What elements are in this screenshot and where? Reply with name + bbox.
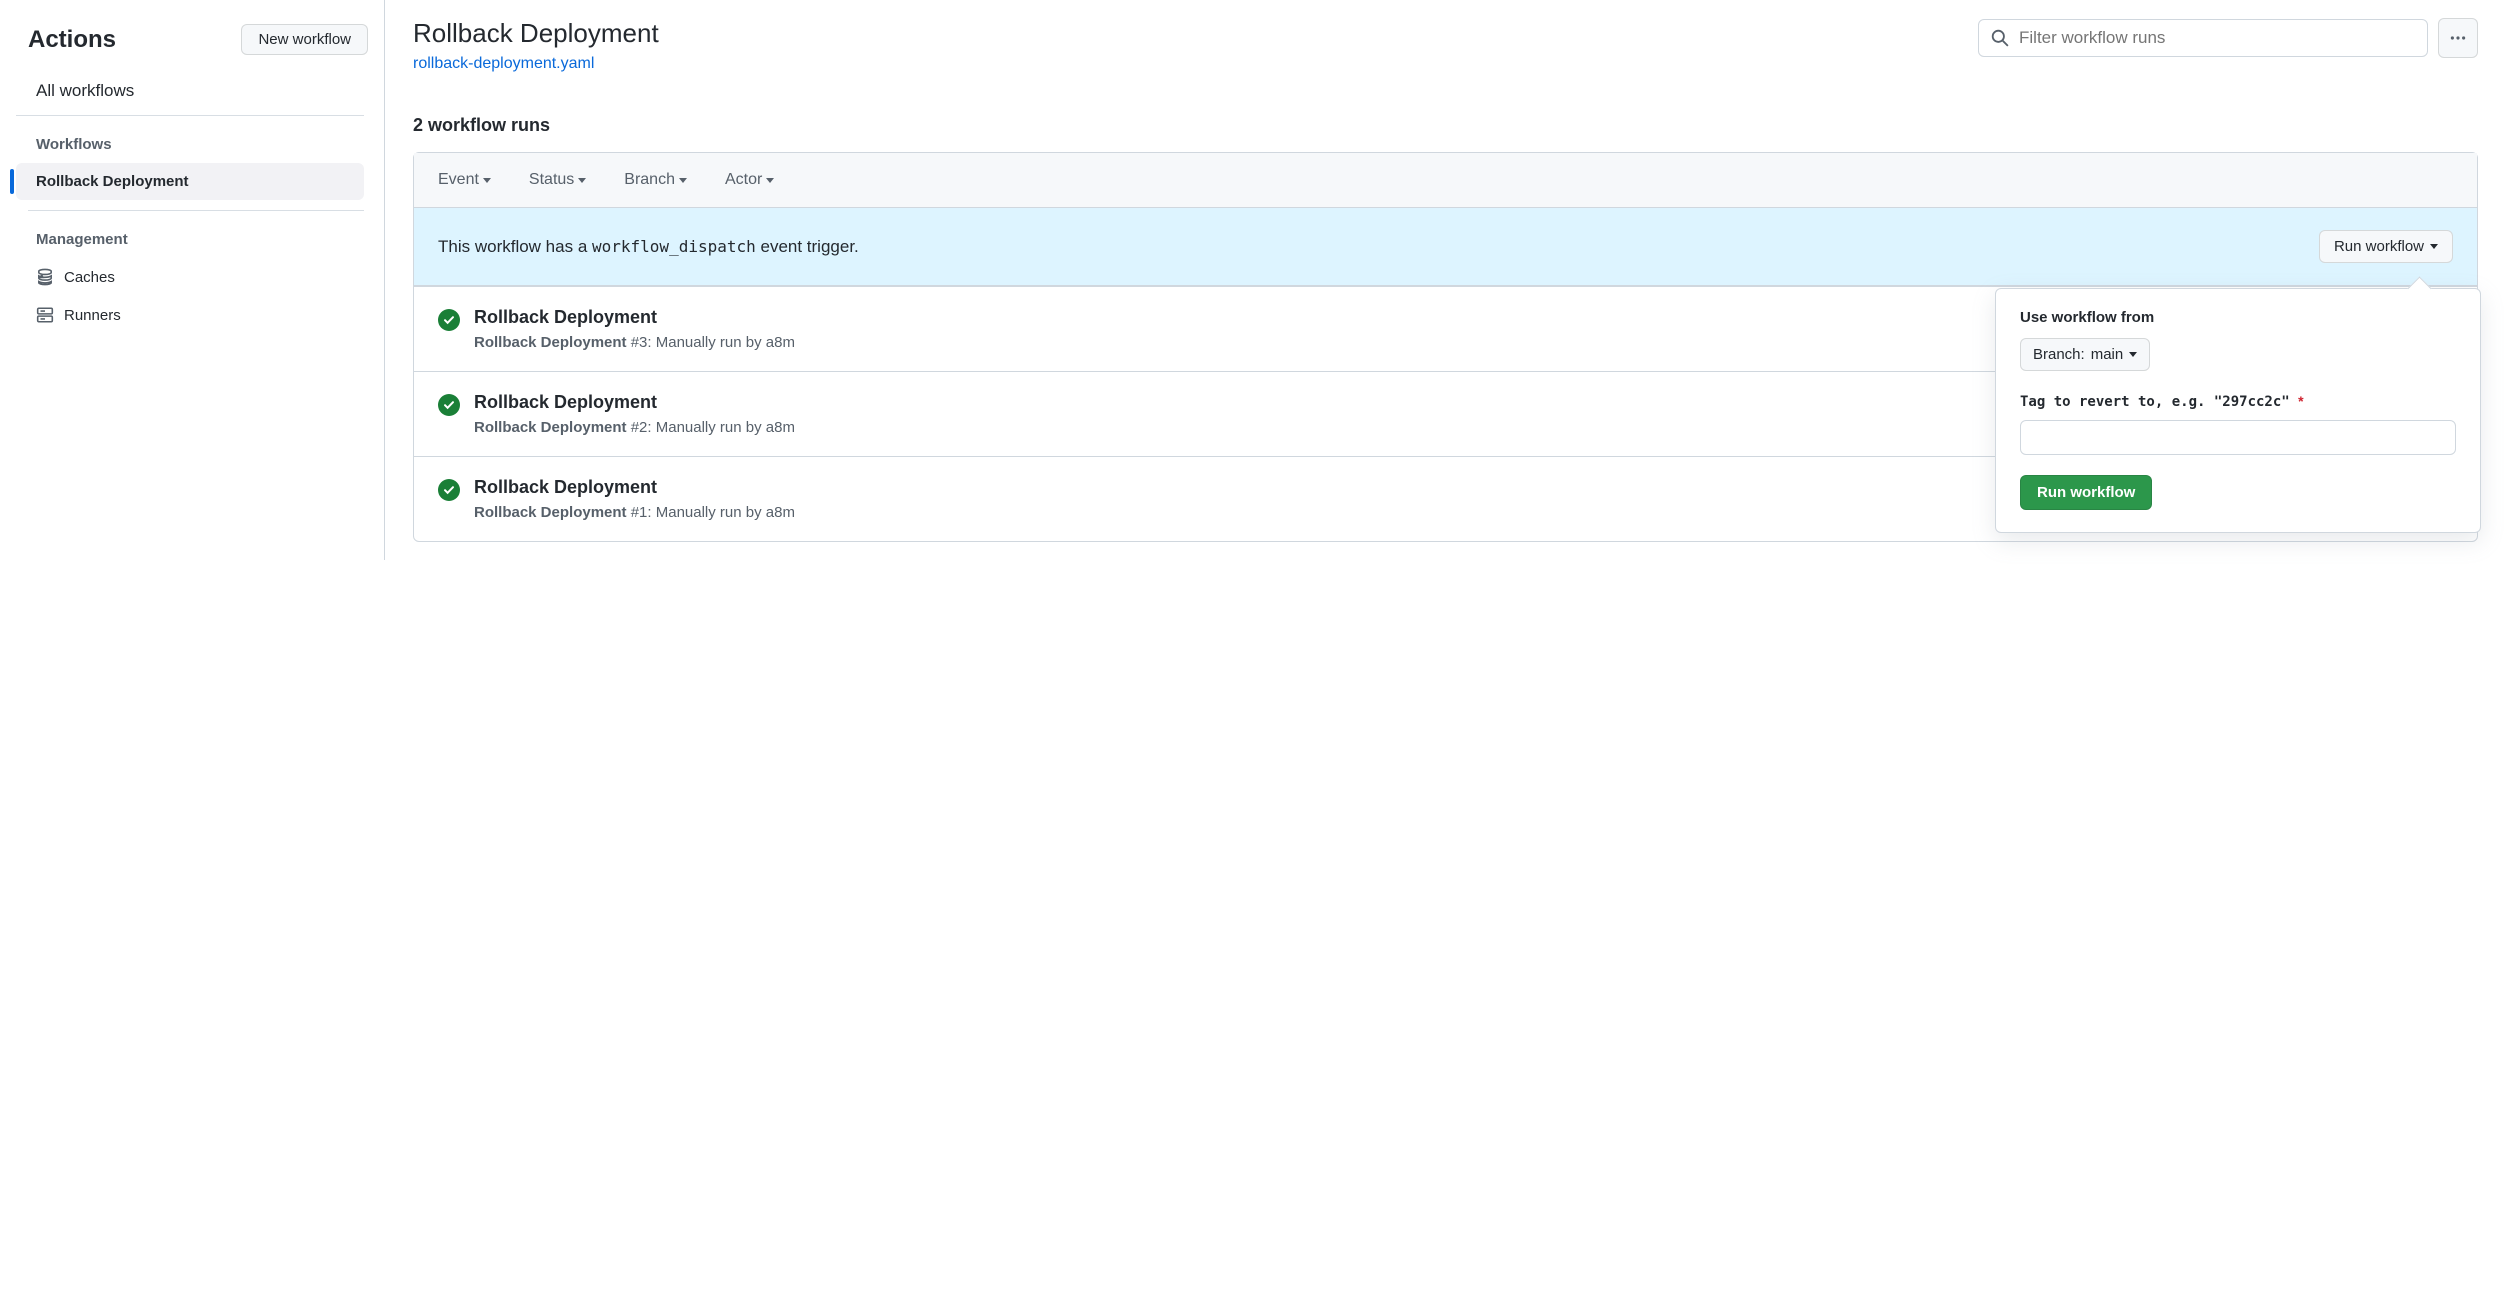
sidebar-all-workflows[interactable]: All workflows — [16, 71, 364, 116]
search-wrap — [1978, 18, 2478, 58]
branch-select[interactable]: Branch: main — [2020, 338, 2150, 371]
tag-input-label: Tag to revert to, e.g. "297cc2c" * — [2020, 393, 2456, 410]
runs-count: 2 workflow runs — [413, 115, 2478, 136]
server-icon — [36, 306, 54, 324]
run-workflow-panel: Use workflow from Branch: main Tag to re… — [1995, 288, 2481, 533]
caret-down-icon — [2129, 352, 2137, 357]
sidebar-management-label: Management — [16, 211, 384, 258]
run-workflow-dropdown-button[interactable]: Run workflow — [2319, 230, 2453, 263]
required-asterisk: * — [2298, 393, 2303, 409]
main-content: Rollback Deployment rollback-deployment.… — [385, 0, 2506, 560]
sidebar-workflows-label: Workflows — [16, 116, 384, 163]
caret-down-icon — [2430, 244, 2438, 249]
title-block: Rollback Deployment rollback-deployment.… — [413, 18, 1962, 73]
check-icon — [443, 314, 455, 326]
page-title: Rollback Deployment — [413, 18, 1962, 49]
success-status-icon — [438, 479, 460, 501]
sidebar-item-label: Rollback Deployment — [36, 173, 189, 190]
check-icon — [443, 484, 455, 496]
sidebar-item-label: Caches — [64, 269, 115, 286]
run-info: Rollback Deployment Rollback Deployment … — [474, 477, 2157, 521]
check-icon — [443, 399, 455, 411]
run-subtitle: Rollback Deployment #1: Manually run by … — [474, 504, 2157, 521]
dispatch-code: workflow_dispatch — [592, 237, 756, 256]
filter-event[interactable]: Event — [438, 171, 491, 189]
filter-branch[interactable]: Branch — [624, 171, 687, 189]
success-status-icon — [438, 394, 460, 416]
sidebar-item-rollback-deployment[interactable]: Rollback Deployment — [16, 163, 364, 200]
search-input[interactable] — [2019, 28, 2415, 48]
filter-status[interactable]: Status — [529, 171, 586, 189]
use-workflow-from-label: Use workflow from — [2020, 309, 2456, 326]
tag-input[interactable] — [2020, 420, 2456, 455]
sidebar: Actions New workflow All workflows Workf… — [0, 0, 385, 560]
caret-down-icon — [483, 178, 491, 183]
main-header: Rollback Deployment rollback-deployment.… — [413, 18, 2478, 73]
database-icon — [36, 268, 54, 286]
more-options-button[interactable] — [2438, 18, 2478, 58]
caret-down-icon — [679, 178, 687, 183]
sidebar-header: Actions New workflow — [16, 16, 384, 71]
dispatch-text: This workflow has a workflow_dispatch ev… — [438, 237, 859, 257]
kebab-horizontal-icon — [2449, 29, 2467, 47]
sidebar-item-caches[interactable]: Caches — [16, 258, 364, 296]
run-workflow-submit-button[interactable]: Run workflow — [2020, 475, 2152, 510]
workflow-yaml-link[interactable]: rollback-deployment.yaml — [413, 55, 594, 72]
caret-down-icon — [578, 178, 586, 183]
dispatch-banner: This workflow has a workflow_dispatch ev… — [414, 208, 2477, 286]
new-workflow-button[interactable]: New workflow — [241, 24, 368, 55]
sidebar-item-runners[interactable]: Runners — [16, 296, 364, 334]
caret-down-icon — [766, 178, 774, 183]
filter-actor[interactable]: Actor — [725, 171, 774, 189]
search-icon — [1991, 29, 2009, 47]
search-box[interactable] — [1978, 19, 2428, 57]
sidebar-item-label: Runners — [64, 307, 121, 324]
runs-box: Event Status Branch Actor This workflow … — [413, 152, 2478, 542]
filter-bar: Event Status Branch Actor — [414, 153, 2477, 208]
run-title: Rollback Deployment — [474, 477, 2157, 498]
success-status-icon — [438, 309, 460, 331]
sidebar-title: Actions — [28, 26, 116, 54]
